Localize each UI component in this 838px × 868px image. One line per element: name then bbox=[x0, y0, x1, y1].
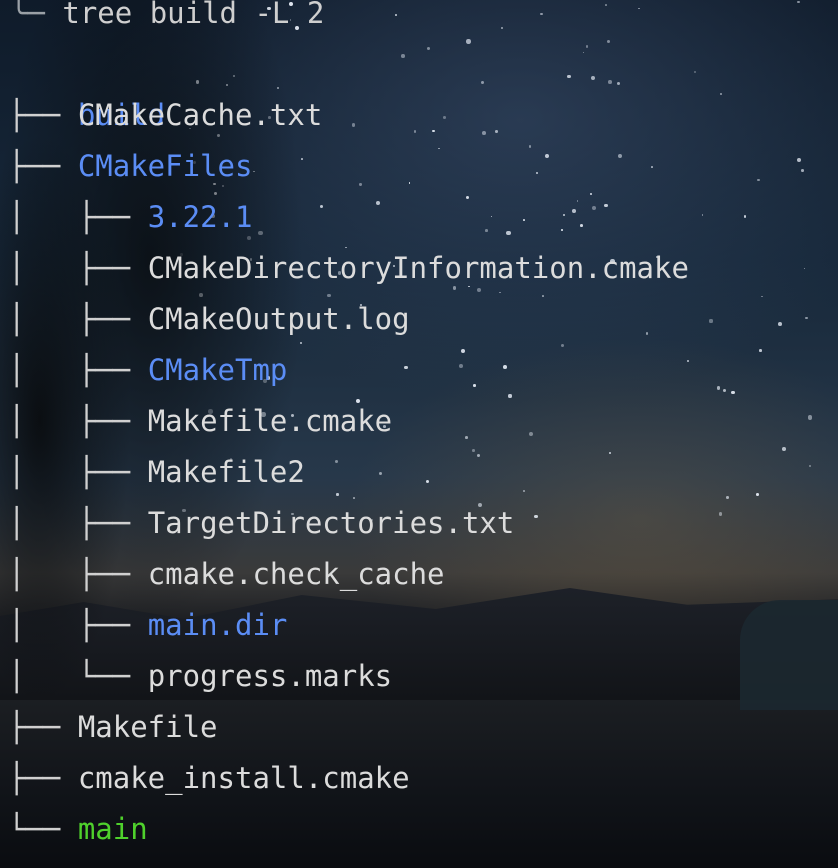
prompt-line: ╰─ tree build -L 2 bbox=[10, 0, 324, 39]
tree-file-name: CMakeDirectoryInformation.cmake bbox=[147, 251, 689, 285]
tree-entry: ├── CMakeCache.txt bbox=[8, 90, 322, 141]
tree-branch-glyph: │ ├── bbox=[8, 455, 148, 489]
tree-branch-glyph: │ ├── bbox=[8, 302, 148, 336]
tree-file-name: progress.marks bbox=[147, 659, 393, 693]
tree-branch-glyph: │ ├── bbox=[8, 200, 148, 234]
tree-branch-glyph: │ ├── bbox=[8, 506, 148, 540]
tree-branch-glyph: │ ├── bbox=[8, 404, 148, 438]
tree-file-name: cmake_install.cmake bbox=[77, 761, 410, 795]
command-text: tree build -L 2 bbox=[62, 0, 325, 30]
tree-entry: └── main bbox=[8, 804, 148, 855]
tree-file-name: CMakeOutput.log bbox=[147, 302, 410, 336]
tree-file-name: Makefile bbox=[77, 710, 218, 744]
tree-entry: │ └── progress.marks bbox=[8, 651, 392, 702]
tree-root-build: build bbox=[8, 39, 165, 132]
tree-entry: │ ├── TargetDirectories.txt bbox=[8, 498, 514, 549]
tree-entry: │ ├── main.dir bbox=[8, 600, 287, 651]
tree-entry: │ ├── 3.22.1 bbox=[8, 192, 252, 243]
tree-entry: │ ├── Makefile.cmake bbox=[8, 396, 392, 447]
tree-file-name: TargetDirectories.txt bbox=[147, 506, 515, 540]
tree-exec-name: main bbox=[77, 812, 148, 846]
tree-branch-glyph: │ ├── bbox=[8, 251, 148, 285]
tree-branch-glyph: │ ├── bbox=[8, 557, 148, 591]
tree-branch-glyph: ├── bbox=[8, 761, 78, 795]
tree-entry: │ ├── cmake.check_cache bbox=[8, 549, 445, 600]
tree-file-name: Makefile2 bbox=[147, 455, 305, 489]
tree-branch-glyph: │ ├── bbox=[8, 608, 148, 642]
tree-entry: ├── CMakeFiles bbox=[8, 141, 252, 192]
tree-branch-glyph: │ ├── bbox=[8, 353, 148, 387]
prompt-corner-glyph: ╰─ bbox=[10, 0, 45, 30]
tree-entry: │ ├── Makefile2 bbox=[8, 447, 305, 498]
tree-entry: │ ├── CMakeDirectoryInformation.cmake bbox=[8, 243, 689, 294]
tree-dir-name: main.dir bbox=[147, 608, 288, 642]
tree-branch-glyph: ├── bbox=[8, 710, 78, 744]
tree-entry: ├── Makefile bbox=[8, 702, 218, 753]
tree-branch-glyph: ├── bbox=[8, 149, 78, 183]
tree-entry: │ ├── CMakeOutput.log bbox=[8, 294, 410, 345]
tree-dir-name: CMakeTmp bbox=[147, 353, 288, 387]
tree-branch-glyph: └── bbox=[8, 812, 78, 846]
tree-dir-name: CMakeFiles bbox=[77, 149, 253, 183]
tree-branch-glyph: │ └── bbox=[8, 659, 148, 693]
tree-dir-name: 3.22.1 bbox=[147, 200, 253, 234]
tree-entry: │ ├── CMakeTmp bbox=[8, 345, 287, 396]
tree-file-name: cmake.check_cache bbox=[147, 557, 445, 591]
tree-entry: ├── cmake_install.cmake bbox=[8, 753, 410, 804]
tree-file-name: CMakeCache.txt bbox=[77, 98, 323, 132]
tree-file-name: Makefile.cmake bbox=[147, 404, 393, 438]
tree-branch-glyph: ├── bbox=[8, 98, 78, 132]
terminal-output[interactable]: ╰─ tree build -L 2 build ├── CMakeCache.… bbox=[0, 0, 838, 868]
